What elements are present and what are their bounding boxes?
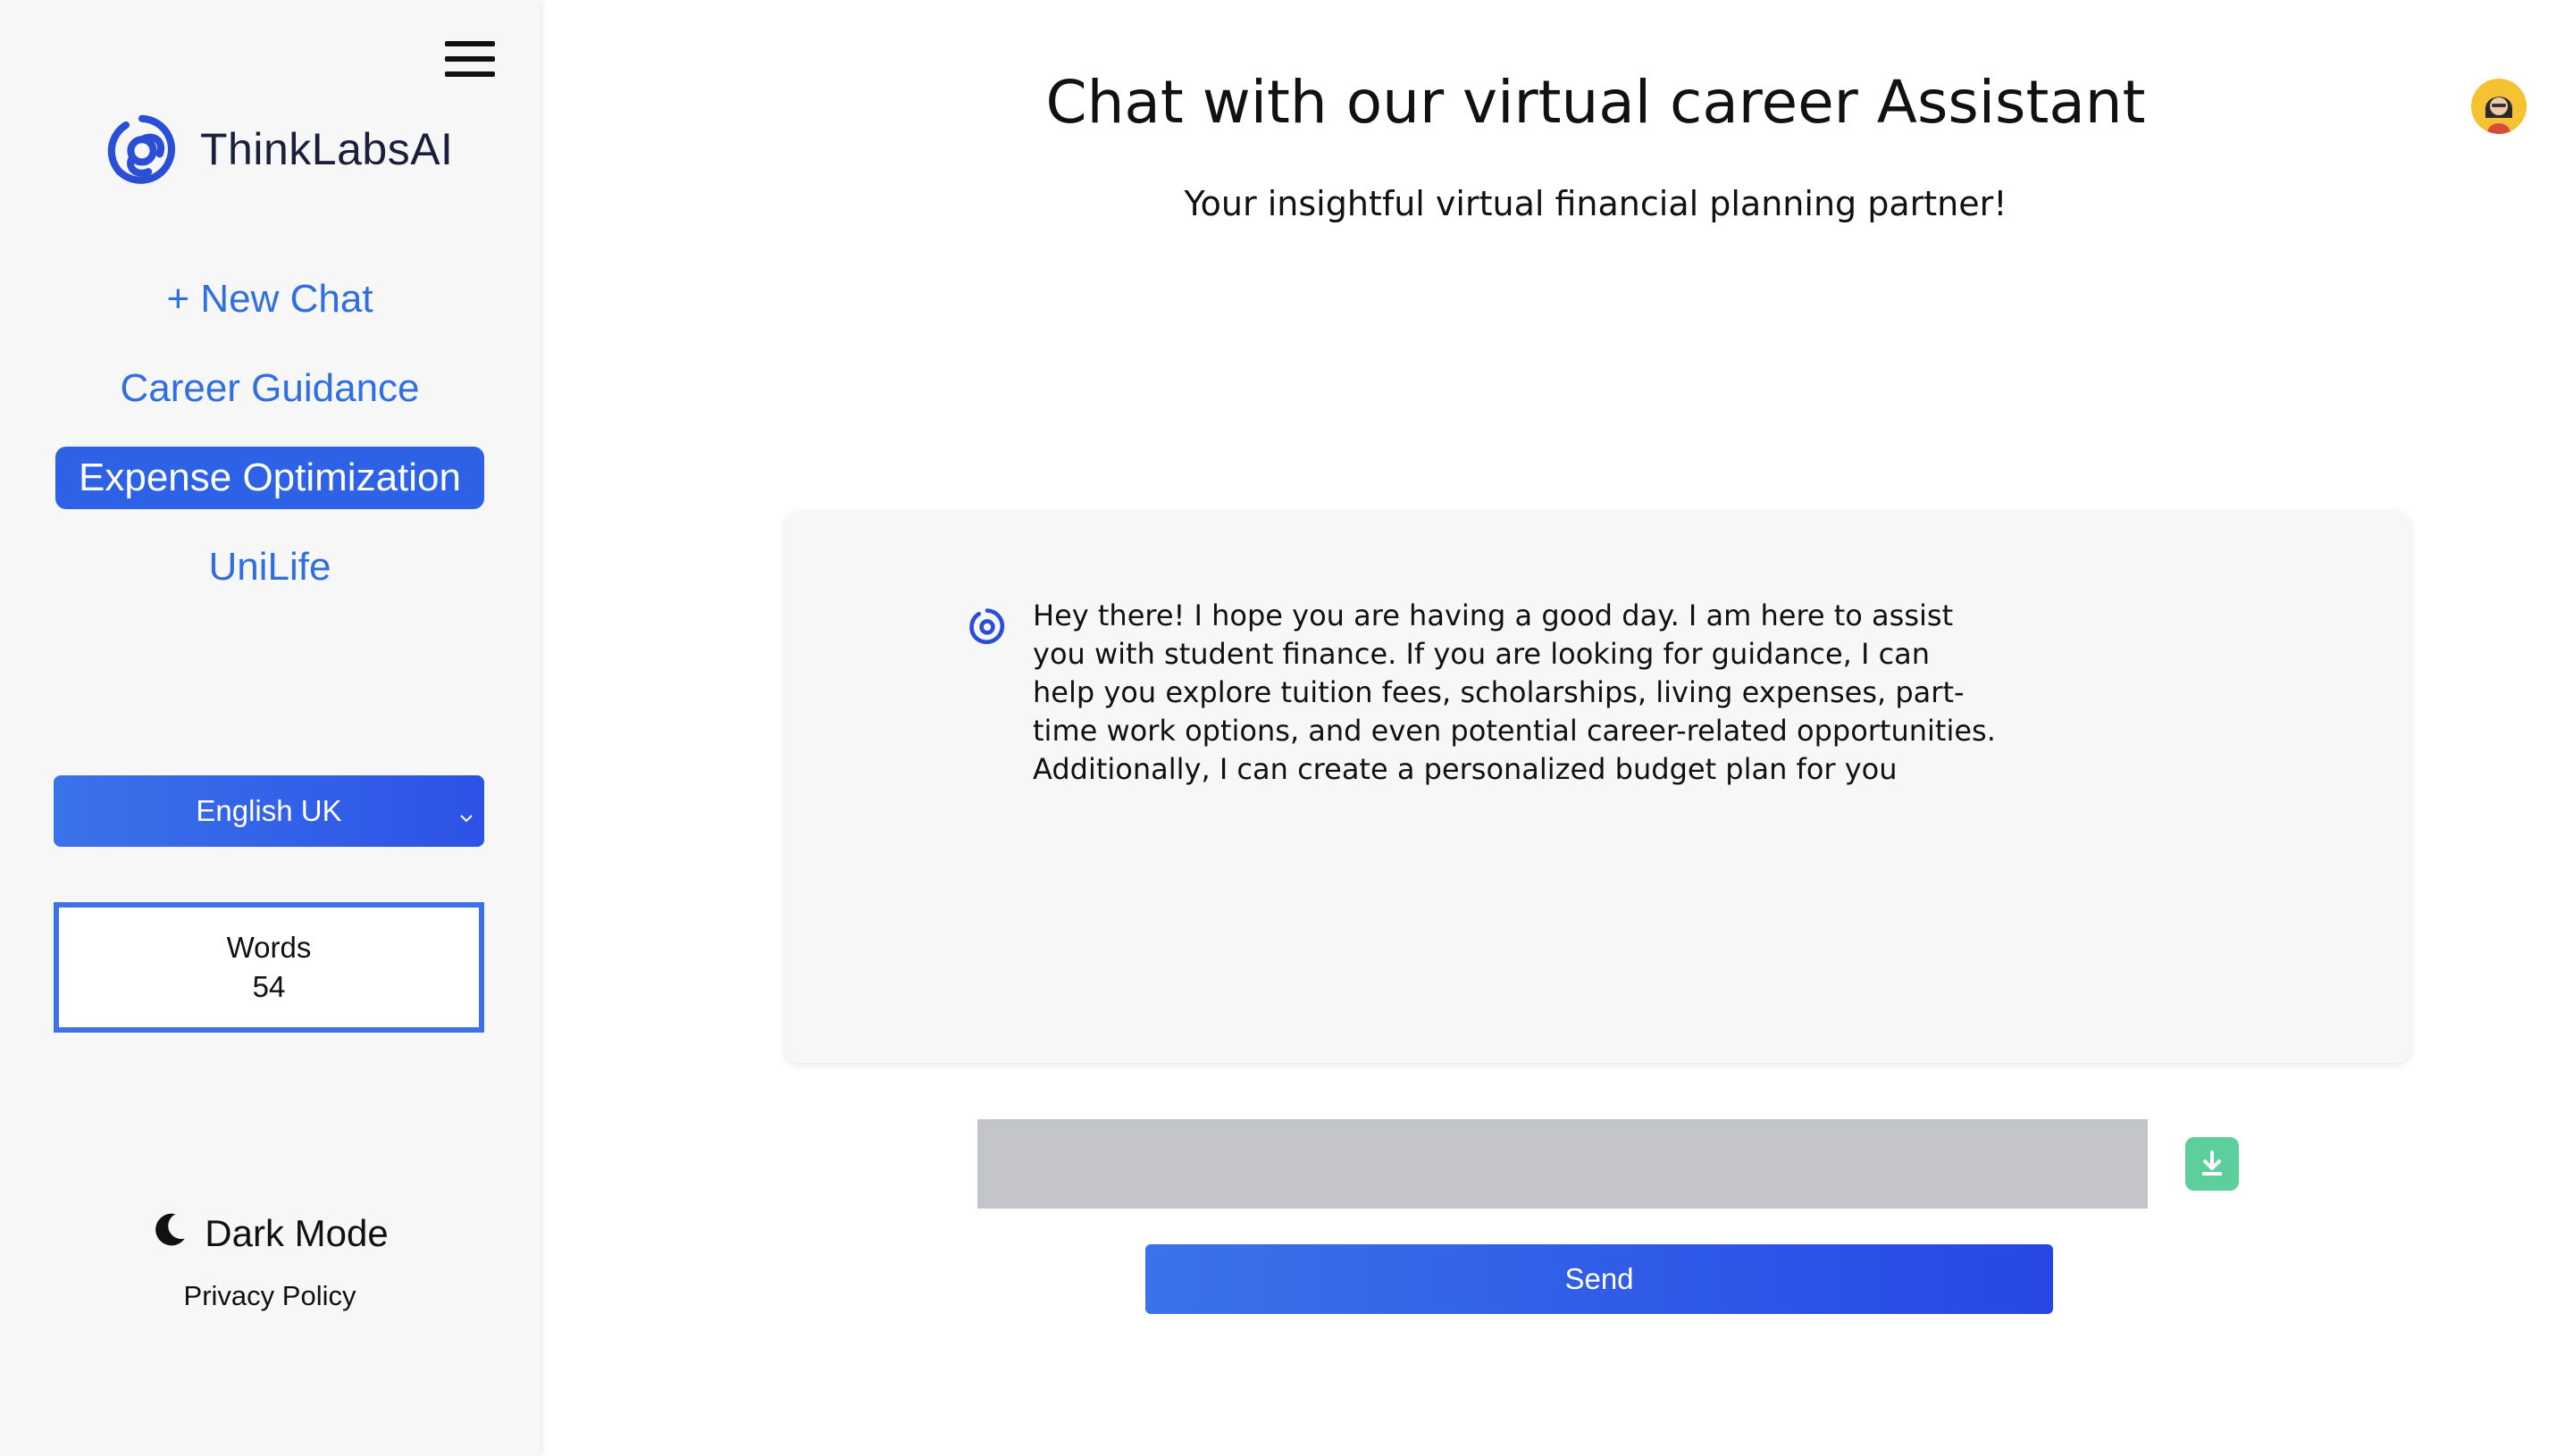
page-subtitle: Your insightful virtual financial planni…	[1184, 184, 2007, 223]
word-count-label: Words	[226, 931, 312, 964]
language-select[interactable]: English UK	[54, 775, 484, 847]
page-title: Chat with our virtual career Assistant	[1045, 68, 2146, 137]
sidebar: ThinkLabsAI + New Chat Career Guidance E…	[0, 0, 540, 1456]
message-input[interactable]	[977, 1119, 2148, 1209]
download-icon	[2202, 1151, 2222, 1176]
nav-unilife[interactable]: UniLife	[186, 536, 355, 598]
word-count-box: Words 54	[54, 902, 484, 1033]
word-count-value: 54	[252, 970, 286, 1003]
app: ThinkLabsAI + New Chat Career Guidance E…	[0, 0, 2573, 1456]
nav-new-chat[interactable]: + New Chat	[143, 268, 396, 331]
download-button[interactable]	[2185, 1137, 2239, 1191]
assistant-message: Hey there! I hope you are having a good …	[1033, 598, 1996, 786]
dark-mode-toggle[interactable]: Dark Mode	[0, 1210, 540, 1257]
send-button[interactable]: Send	[1145, 1244, 2053, 1314]
dark-mode-label: Dark Mode	[205, 1212, 389, 1254]
brand-name: ThinkLabsAI	[200, 124, 454, 174]
chevron-down-icon	[457, 800, 475, 834]
language-select-value: English UK	[196, 794, 342, 827]
brand[interactable]: ThinkLabsAI	[102, 109, 453, 189]
assistant-avatar-icon	[967, 606, 1008, 651]
chat-panel: Hey there! I hope you are having a good …	[784, 511, 2410, 1063]
menu-icon[interactable]	[445, 41, 495, 77]
nav-expense-optimization[interactable]: Expense Optimization	[55, 447, 484, 509]
nav-career-guidance[interactable]: Career Guidance	[96, 357, 442, 420]
moon-icon	[151, 1210, 189, 1257]
brand-logo-icon	[102, 109, 182, 189]
sidebar-nav: + New Chat Career Guidance Expense Optim…	[0, 268, 540, 625]
privacy-policy-link[interactable]: Privacy Policy	[0, 1280, 540, 1312]
